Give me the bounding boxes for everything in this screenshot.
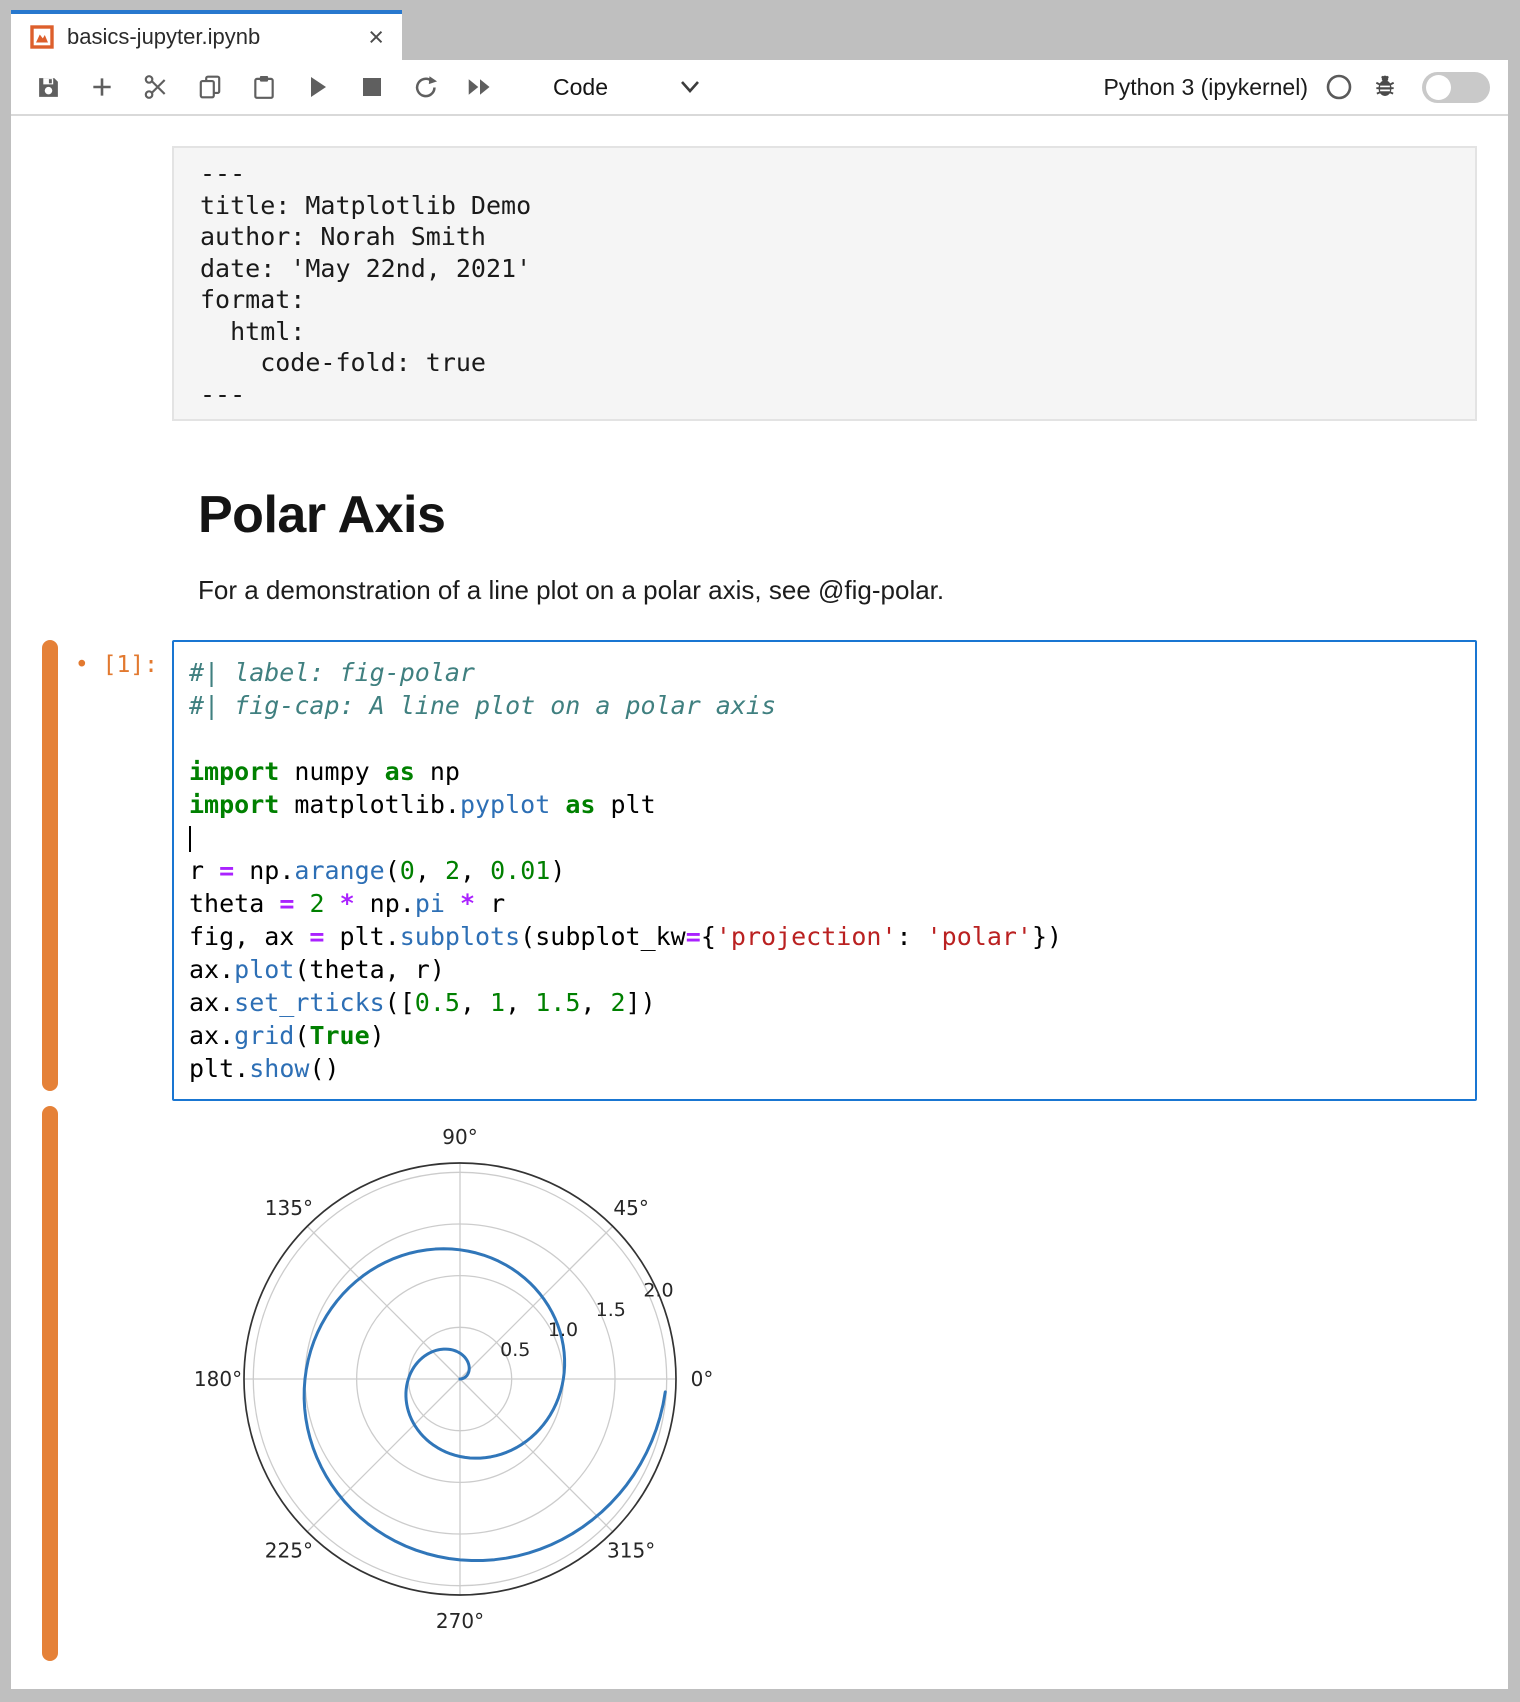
code-cell-editor[interactable]: #| label: fig-polar#| fig-cap: A line pl… [172, 640, 1477, 1101]
run-all-icon [467, 76, 493, 98]
code-line: plt.show() [189, 1052, 1467, 1085]
save-button[interactable] [35, 72, 61, 102]
svg-text:135°: 135° [265, 1196, 313, 1220]
svg-text:180°: 180° [194, 1367, 242, 1391]
code-line: fig, ax = plt.subplots(subplot_kw={'proj… [189, 920, 1467, 953]
raw-cell-text: --- title: Matplotlib Demo author: Norah… [200, 158, 1465, 410]
code-line [189, 821, 1467, 854]
svg-text:90°: 90° [442, 1125, 477, 1149]
restart-run-all-button[interactable] [467, 72, 493, 102]
svg-text:1.0: 1.0 [548, 1319, 578, 1341]
output-prompt-spacer [58, 1106, 172, 1661]
svg-text:270°: 270° [436, 1609, 484, 1633]
cell-type-dropdown[interactable]: Code [553, 74, 700, 101]
chevron-down-icon [680, 80, 700, 94]
paste-cells-button[interactable] [251, 72, 277, 102]
notebook-file-icon [30, 25, 54, 49]
code-line: theta = 2 * np.pi * r [189, 887, 1467, 920]
svg-text:225°: 225° [265, 1538, 313, 1562]
add-cell-button[interactable] [89, 72, 115, 102]
save-icon [36, 75, 61, 100]
restart-kernel-button[interactable] [413, 72, 439, 102]
cut-cells-button[interactable] [143, 72, 169, 102]
code-line: r = np.arange(0, 2, 0.01) [189, 854, 1467, 887]
tab-title: basics-jupyter.ipynb [67, 24, 362, 50]
debugger-button[interactable] [1372, 73, 1398, 102]
run-icon [307, 75, 329, 99]
code-line: import matplotlib.pyplot as plt [189, 788, 1467, 821]
output-area: 0° 45° 90° 135° 180° 225° 270° 315° 0.5 1.0 1.5 2.0 [172, 1106, 1508, 1661]
output-cell-row: 0° 45° 90° 135° 180° 225° 270° 315° 0.5 1.0 1.5 2.0 [11, 1106, 1508, 1661]
code-line: import numpy as np [189, 755, 1467, 788]
cell-type-value: Code [553, 74, 608, 101]
stop-icon [362, 77, 382, 97]
execution-prompt: • [1]: [58, 640, 172, 1101]
svg-text:0.5: 0.5 [500, 1339, 530, 1361]
input-collapser[interactable] [42, 640, 58, 1091]
theme-toggle[interactable] [1422, 72, 1490, 103]
markdown-paragraph: For a demonstration of a line plot on a … [198, 575, 1508, 606]
close-icon[interactable]: × [362, 24, 390, 51]
kernel-name[interactable]: Python 3 (ipykernel) [1103, 74, 1308, 101]
cut-icon [143, 73, 169, 101]
restart-icon [413, 74, 439, 101]
raw-frontmatter-cell[interactable]: --- title: Matplotlib Demo author: Norah… [172, 146, 1477, 421]
kernel-status-icon[interactable] [1325, 73, 1353, 101]
copy-cells-button[interactable] [197, 72, 223, 102]
notebook-toolbar: Code Python 3 (ipykernel) [11, 60, 1508, 116]
code-line [189, 722, 1467, 755]
code-line: ax.grid(True) [189, 1019, 1467, 1052]
code-line: #| label: fig-polar [189, 656, 1467, 689]
code-cell-row: • [1]: #| label: fig-polar#| fig-cap: A … [11, 640, 1508, 1101]
code-line: #| fig-cap: A line plot on a polar axis [189, 689, 1467, 722]
svg-text:2.0: 2.0 [643, 1279, 673, 1301]
text-cursor [189, 826, 191, 852]
add-cell-icon [89, 74, 115, 100]
run-cell-button[interactable] [305, 72, 331, 102]
svg-text:0°: 0° [691, 1367, 714, 1391]
paste-icon [251, 74, 277, 100]
markdown-heading: Polar Axis [198, 485, 1508, 545]
notebook-tab[interactable]: basics-jupyter.ipynb × [11, 10, 402, 60]
debugger-bug-icon [1372, 73, 1398, 99]
output-collapser[interactable] [42, 1106, 58, 1661]
theme-toggle-knob [1426, 75, 1451, 100]
code-line: ax.plot(theta, r) [189, 953, 1467, 986]
code-line: ax.set_rticks([0.5, 1, 1.5, 2]) [189, 986, 1467, 1019]
svg-text:1.5: 1.5 [596, 1299, 626, 1321]
copy-icon [197, 74, 223, 100]
polar-plot-figure: 0° 45° 90° 135° 180° 225° 270° 315° 0.5 1.0 1.5 2.0 [190, 1107, 750, 1657]
interrupt-kernel-button[interactable] [359, 72, 385, 102]
notebook-panel: --- title: Matplotlib Demo author: Norah… [11, 116, 1508, 1689]
svg-text:315°: 315° [607, 1538, 655, 1562]
svg-text:45°: 45° [613, 1196, 648, 1220]
kernel-zone: Python 3 (ipykernel) [1103, 72, 1508, 103]
